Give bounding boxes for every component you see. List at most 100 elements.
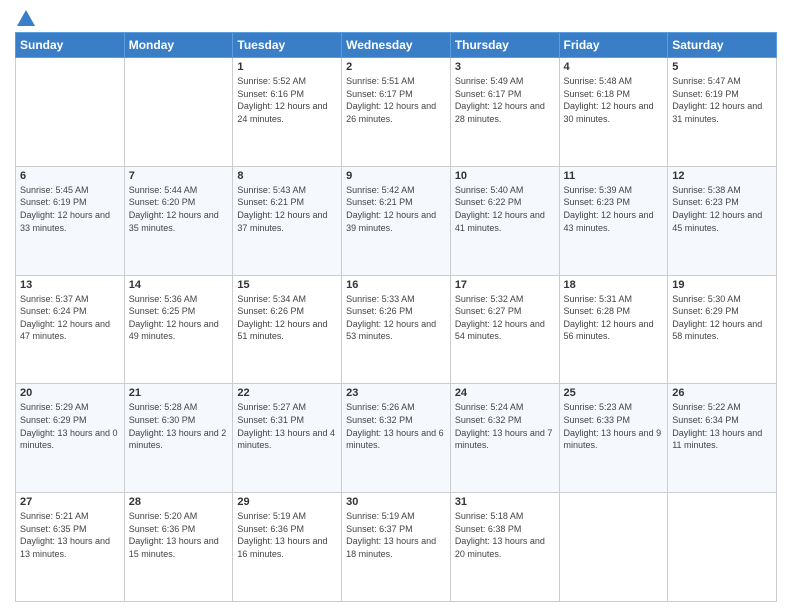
calendar-cell: 22Sunrise: 5:27 AMSunset: 6:31 PMDayligh… [233, 384, 342, 493]
day-number: 5 [672, 61, 772, 73]
day-info: Sunrise: 5:48 AMSunset: 6:18 PMDaylight:… [564, 75, 664, 125]
day-info: Sunrise: 5:26 AMSunset: 6:32 PMDaylight:… [346, 401, 446, 451]
calendar-cell: 13 Sunrise: 5:37 AMSunset: 6:24 PMDayligh… [16, 275, 125, 384]
day-number: 7 [129, 170, 229, 182]
day-number: 18 [564, 279, 664, 291]
week-row-3: 13 Sunrise: 5:37 AMSunset: 6:24 PMDayligh… [16, 275, 777, 384]
day-info: Sunrise: 5:36 AMSunset: 6:25 PMDaylight:… [129, 293, 229, 343]
day-number: 14 [129, 279, 229, 291]
weekday-header-sunday: Sunday [16, 33, 125, 58]
day-number: 27 [20, 496, 120, 508]
calendar-cell: 15 Sunrise: 5:34 AMSunset: 6:26 PMDayligh… [233, 275, 342, 384]
calendar-cell: 5 Sunrise: 5:47 AMSunset: 6:19 PMDaylight… [668, 58, 777, 167]
logo [15, 10, 35, 26]
day-info: Sunrise: 5:28 AMSunset: 6:30 PMDaylight:… [129, 401, 229, 451]
week-row-4: 20Sunrise: 5:29 AMSunset: 6:29 PMDayligh… [16, 384, 777, 493]
day-info: Sunrise: 5:37 AMSunset: 6:24 PMDaylight:… [20, 293, 120, 343]
calendar-cell: 29 Sunrise: 5:19 AMSunset: 6:36 PMDayligh… [233, 493, 342, 602]
weekday-header-monday: Monday [124, 33, 233, 58]
calendar-cell: 21 Sunrise: 5:28 AMSunset: 6:30 PMDayligh… [124, 384, 233, 493]
calendar-cell: 24 Sunrise: 5:24 AMSunset: 6:32 PMDayligh… [450, 384, 559, 493]
calendar-cell: 11Sunrise: 5:39 AMSunset: 6:23 PMDayligh… [559, 166, 668, 275]
logo-text [15, 10, 35, 26]
day-number: 13 [20, 279, 120, 291]
weekday-header-row: SundayMondayTuesdayWednesdayThursdayFrid… [16, 33, 777, 58]
day-info: Sunrise: 5:38 AMSunset: 6:23 PMDaylight:… [672, 184, 772, 234]
calendar-cell [559, 493, 668, 602]
day-info: Sunrise: 5:18 AMSunset: 6:38 PMDaylight:… [455, 510, 555, 560]
day-info: Sunrise: 5:51 AMSunset: 6:17 PMDaylight:… [346, 75, 446, 125]
day-info: Sunrise: 5:30 AMSunset: 6:29 PMDaylight:… [672, 293, 772, 343]
day-number: 6 [20, 170, 120, 182]
calendar-cell: 9Sunrise: 5:42 AMSunset: 6:21 PMDaylight… [342, 166, 451, 275]
day-number: 25 [564, 387, 664, 399]
day-number: 10 [455, 170, 555, 182]
logo-triangle-icon [17, 10, 35, 26]
week-row-5: 27Sunrise: 5:21 AMSunset: 6:35 PMDayligh… [16, 493, 777, 602]
day-number: 8 [237, 170, 337, 182]
calendar-cell [16, 58, 125, 167]
day-info: Sunrise: 5:19 AMSunset: 6:36 PMDaylight:… [237, 510, 337, 560]
day-number: 12 [672, 170, 772, 182]
calendar-cell [668, 493, 777, 602]
calendar-cell: 17 Sunrise: 5:32 AMSunset: 6:27 PMDayligh… [450, 275, 559, 384]
calendar-cell: 6 Sunrise: 5:45 AMSunset: 6:19 PMDaylight… [16, 166, 125, 275]
day-info: Sunrise: 5:20 AMSunset: 6:36 PMDaylight:… [129, 510, 229, 560]
calendar-cell: 18Sunrise: 5:31 AMSunset: 6:28 PMDayligh… [559, 275, 668, 384]
day-info: Sunrise: 5:33 AMSunset: 6:26 PMDaylight:… [346, 293, 446, 343]
calendar-cell: 23 Sunrise: 5:26 AMSunset: 6:32 PMDayligh… [342, 384, 451, 493]
day-info: Sunrise: 5:19 AMSunset: 6:37 PMDaylight:… [346, 510, 446, 560]
day-number: 2 [346, 61, 446, 73]
calendar-cell: 10 Sunrise: 5:40 AMSunset: 6:22 PMDayligh… [450, 166, 559, 275]
day-number: 24 [455, 387, 555, 399]
day-number: 1 [237, 61, 337, 73]
day-number: 17 [455, 279, 555, 291]
day-number: 28 [129, 496, 229, 508]
day-number: 11 [564, 170, 664, 182]
calendar-table: SundayMondayTuesdayWednesdayThursdayFrid… [15, 32, 777, 602]
calendar-cell: 1 Sunrise: 5:52 AMSunset: 6:16 PMDaylight… [233, 58, 342, 167]
calendar-cell: 19Sunrise: 5:30 AMSunset: 6:29 PMDayligh… [668, 275, 777, 384]
day-info: Sunrise: 5:45 AMSunset: 6:19 PMDaylight:… [20, 184, 120, 234]
day-info: Sunrise: 5:34 AMSunset: 6:26 PMDaylight:… [237, 293, 337, 343]
weekday-header-thursday: Thursday [450, 33, 559, 58]
calendar-cell: 31 Sunrise: 5:18 AMSunset: 6:38 PMDayligh… [450, 493, 559, 602]
day-info: Sunrise: 5:40 AMSunset: 6:22 PMDaylight:… [455, 184, 555, 234]
calendar-cell: 26Sunrise: 5:22 AMSunset: 6:34 PMDayligh… [668, 384, 777, 493]
weekday-header-wednesday: Wednesday [342, 33, 451, 58]
calendar-cell: 2 Sunrise: 5:51 AMSunset: 6:17 PMDaylight… [342, 58, 451, 167]
calendar-cell: 7 Sunrise: 5:44 AMSunset: 6:20 PMDaylight… [124, 166, 233, 275]
calendar-cell: 3Sunrise: 5:49 AMSunset: 6:17 PMDaylight… [450, 58, 559, 167]
day-info: Sunrise: 5:29 AMSunset: 6:29 PMDaylight:… [20, 401, 120, 451]
day-info: Sunrise: 5:52 AMSunset: 6:16 PMDaylight:… [237, 75, 337, 125]
day-number: 22 [237, 387, 337, 399]
calendar-cell: 20Sunrise: 5:29 AMSunset: 6:29 PMDayligh… [16, 384, 125, 493]
day-info: Sunrise: 5:42 AMSunset: 6:21 PMDaylight:… [346, 184, 446, 234]
day-number: 16 [346, 279, 446, 291]
calendar-page: SundayMondayTuesdayWednesdayThursdayFrid… [0, 0, 792, 612]
calendar-cell: 14 Sunrise: 5:36 AMSunset: 6:25 PMDayligh… [124, 275, 233, 384]
day-number: 23 [346, 387, 446, 399]
day-info: Sunrise: 5:22 AMSunset: 6:34 PMDaylight:… [672, 401, 772, 451]
day-info: Sunrise: 5:24 AMSunset: 6:32 PMDaylight:… [455, 401, 555, 451]
calendar-cell: 12 Sunrise: 5:38 AMSunset: 6:23 PMDayligh… [668, 166, 777, 275]
week-row-2: 6 Sunrise: 5:45 AMSunset: 6:19 PMDaylight… [16, 166, 777, 275]
week-row-1: 1 Sunrise: 5:52 AMSunset: 6:16 PMDaylight… [16, 58, 777, 167]
day-info: Sunrise: 5:47 AMSunset: 6:19 PMDaylight:… [672, 75, 772, 125]
day-number: 29 [237, 496, 337, 508]
day-info: Sunrise: 5:44 AMSunset: 6:20 PMDaylight:… [129, 184, 229, 234]
calendar-cell: 27Sunrise: 5:21 AMSunset: 6:35 PMDayligh… [16, 493, 125, 602]
calendar-cell: 28 Sunrise: 5:20 AMSunset: 6:36 PMDayligh… [124, 493, 233, 602]
calendar-cell: 4 Sunrise: 5:48 AMSunset: 6:18 PMDaylight… [559, 58, 668, 167]
day-number: 4 [564, 61, 664, 73]
calendar-cell [124, 58, 233, 167]
day-info: Sunrise: 5:32 AMSunset: 6:27 PMDaylight:… [455, 293, 555, 343]
day-number: 15 [237, 279, 337, 291]
day-number: 21 [129, 387, 229, 399]
calendar-cell: 16 Sunrise: 5:33 AMSunset: 6:26 PMDayligh… [342, 275, 451, 384]
calendar-cell: 25Sunrise: 5:23 AMSunset: 6:33 PMDayligh… [559, 384, 668, 493]
weekday-header-tuesday: Tuesday [233, 33, 342, 58]
day-number: 31 [455, 496, 555, 508]
day-number: 3 [455, 61, 555, 73]
day-number: 30 [346, 496, 446, 508]
